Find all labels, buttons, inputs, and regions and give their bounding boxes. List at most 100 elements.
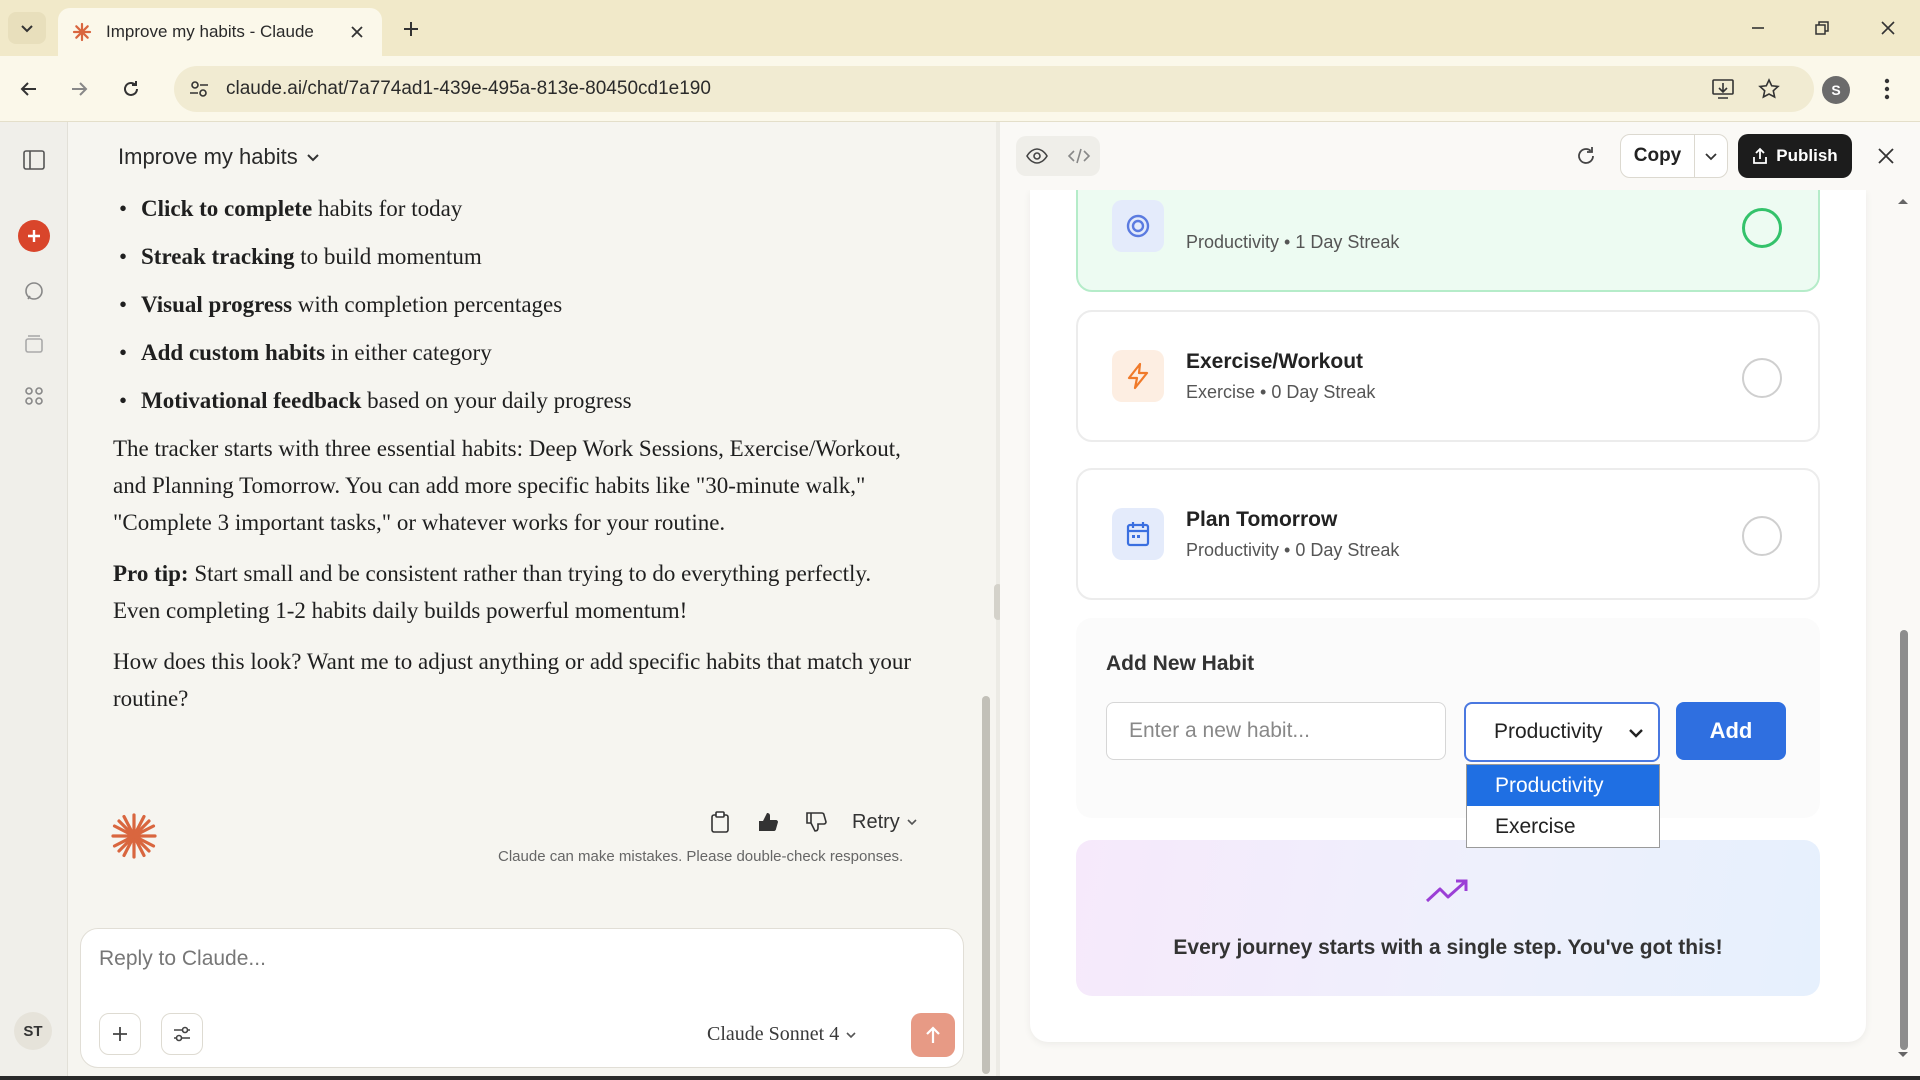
- chevron-down-icon: [1629, 729, 1643, 738]
- bookmark-button[interactable]: [1752, 72, 1786, 106]
- send-button[interactable]: [911, 1013, 955, 1057]
- chevron-down-icon: [307, 154, 319, 162]
- restore-window-button[interactable]: [1804, 12, 1840, 44]
- pro-tip-text: Start small and be consistent rather tha…: [113, 561, 872, 623]
- address-bar[interactable]: claude.ai/chat/7a774ad1-439e-495a-813e-8…: [174, 66, 1814, 112]
- reload-icon: [124, 81, 138, 96]
- claude-favicon-icon: [72, 22, 92, 42]
- copy-message-button[interactable]: [708, 810, 732, 834]
- model-label: Claude Sonnet 4: [707, 1023, 840, 1045]
- restore-icon: [1815, 21, 1829, 35]
- scroll-down-arrow-icon[interactable]: [1896, 1050, 1910, 1060]
- plus-icon: [404, 22, 418, 36]
- bullet-text: in either category: [325, 340, 492, 365]
- chat-panel: Improve my habits Click to complete habi…: [68, 122, 998, 1080]
- thumbs-up-button[interactable]: [756, 810, 780, 834]
- publish-button[interactable]: Publish: [1738, 134, 1852, 178]
- arrow-up-icon: [926, 1026, 940, 1043]
- tools-button[interactable]: [161, 1013, 203, 1055]
- code-icon[interactable]: [1067, 147, 1091, 165]
- follow-up-question: How does this look? Want me to adjust an…: [113, 649, 912, 711]
- chat-scrollbar[interactable]: [982, 696, 990, 1074]
- motivation-banner: Every journey starts with a single step.…: [1076, 840, 1820, 996]
- copy-label[interactable]: Copy: [1621, 134, 1695, 178]
- list-item: Click to complete habits for today: [119, 190, 913, 227]
- habit-meta: Productivity • 0 Day Streak: [1186, 540, 1400, 560]
- category-option-exercise[interactable]: Exercise: [1467, 806, 1659, 847]
- retry-button[interactable]: Retry: [852, 811, 918, 834]
- reply-input[interactable]: [99, 947, 859, 971]
- close-tab-button[interactable]: [346, 21, 368, 43]
- bullet-bold: Streak tracking: [141, 244, 295, 269]
- site-settings-icon[interactable]: [188, 78, 210, 100]
- close-artifact-button[interactable]: [1868, 138, 1904, 174]
- install-app-button[interactable]: [1706, 72, 1740, 106]
- motivation-text: Every journey starts with a single step.…: [1173, 936, 1723, 959]
- habit-card[interactable]: Productivity • 1 Day Streak: [1076, 190, 1820, 292]
- habit-card[interactable]: Plan Tomorrow Productivity • 0 Day Strea…: [1076, 468, 1820, 600]
- new-tab-button[interactable]: [396, 14, 426, 44]
- url-text[interactable]: claude.ai/chat/7a774ad1-439e-495a-813e-8…: [226, 78, 711, 100]
- chevron-down-icon: [907, 819, 917, 826]
- habit-meta: Exercise • 0 Day Streak: [1186, 382, 1376, 402]
- close-icon: [351, 26, 363, 38]
- arrow-left-icon: [20, 82, 36, 96]
- habit-name: Exercise/Workout: [1186, 350, 1364, 373]
- category-select[interactable]: Productivity: [1464, 702, 1660, 762]
- chats-button[interactable]: [16, 274, 52, 310]
- attach-button[interactable]: [99, 1013, 141, 1055]
- artifacts-button[interactable]: [16, 378, 52, 414]
- profile-avatar[interactable]: S: [1822, 76, 1850, 104]
- reload-button[interactable]: [114, 72, 148, 106]
- publish-label: Publish: [1776, 146, 1838, 165]
- forward-button[interactable]: [62, 72, 96, 106]
- user-avatar[interactable]: ST: [14, 1012, 52, 1050]
- habit-card[interactable]: Exercise/Workout Exercise • 0 Day Streak: [1076, 310, 1820, 442]
- browser-toolbar: claude.ai/chat/7a774ad1-439e-495a-813e-8…: [0, 56, 1920, 122]
- view-toggle: [1016, 136, 1100, 176]
- pro-tip-label: Pro tip:: [113, 561, 189, 586]
- minimize-icon: [1752, 27, 1764, 29]
- category-dropdown: Productivity Exercise: [1466, 764, 1660, 848]
- bullet-text: with completion percentages: [292, 292, 563, 317]
- close-window-button[interactable]: [1870, 12, 1906, 44]
- new-habit-input[interactable]: [1106, 702, 1446, 760]
- projects-button[interactable]: [16, 326, 52, 362]
- bullet-bold: Visual progress: [141, 292, 293, 317]
- copy-artifact-button[interactable]: Copy: [1620, 134, 1728, 178]
- add-habit-button[interactable]: Add: [1676, 702, 1786, 760]
- browser-menu-button[interactable]: [1872, 72, 1902, 106]
- grid-icon: [25, 387, 43, 405]
- habit-complete-toggle[interactable]: [1742, 516, 1782, 556]
- tab-title: Improve my habits - Claude: [106, 22, 314, 41]
- sidebar-icon: [23, 150, 45, 170]
- category-selected-value: Productivity: [1494, 720, 1603, 743]
- new-chat-button[interactable]: [18, 220, 50, 252]
- tab-search-button[interactable]: [8, 12, 46, 44]
- plus-icon: [28, 230, 40, 242]
- category-option-productivity[interactable]: Productivity: [1467, 765, 1659, 806]
- refresh-artifact-button[interactable]: [1568, 138, 1604, 174]
- feature-list: Click to complete habits for today Strea…: [119, 190, 913, 419]
- message-paragraph: The tracker starts with three essential …: [113, 436, 901, 535]
- habit-complete-toggle[interactable]: [1742, 208, 1782, 248]
- thumbs-down-button[interactable]: [804, 810, 828, 834]
- bullet-bold: Motivational feedback: [141, 388, 362, 413]
- message-actions: Retry: [708, 810, 918, 834]
- bullet-bold: Click to complete: [141, 196, 313, 221]
- model-selector[interactable]: Claude Sonnet 4: [707, 1023, 857, 1046]
- eye-icon[interactable]: [1025, 147, 1049, 165]
- back-button[interactable]: [12, 72, 46, 106]
- artifact-panel: Copy Publish Productivity • 1 Day Streak: [1000, 122, 1920, 1080]
- conversation-title-button[interactable]: Improve my habits: [118, 144, 320, 170]
- scroll-up-arrow-icon[interactable]: [1896, 196, 1910, 206]
- toggle-sidebar-button[interactable]: [16, 142, 52, 178]
- browser-tab[interactable]: Improve my habits - Claude: [58, 8, 382, 56]
- close-icon: [1881, 21, 1895, 35]
- copy-options-button[interactable]: [1695, 149, 1727, 163]
- bullet-text: based on your daily progress: [361, 388, 632, 413]
- minimize-window-button[interactable]: [1740, 12, 1776, 44]
- habit-complete-toggle[interactable]: [1742, 358, 1782, 398]
- bullet-text: to build momentum: [294, 244, 482, 269]
- artifact-scrollbar-thumb[interactable]: [1900, 630, 1908, 1050]
